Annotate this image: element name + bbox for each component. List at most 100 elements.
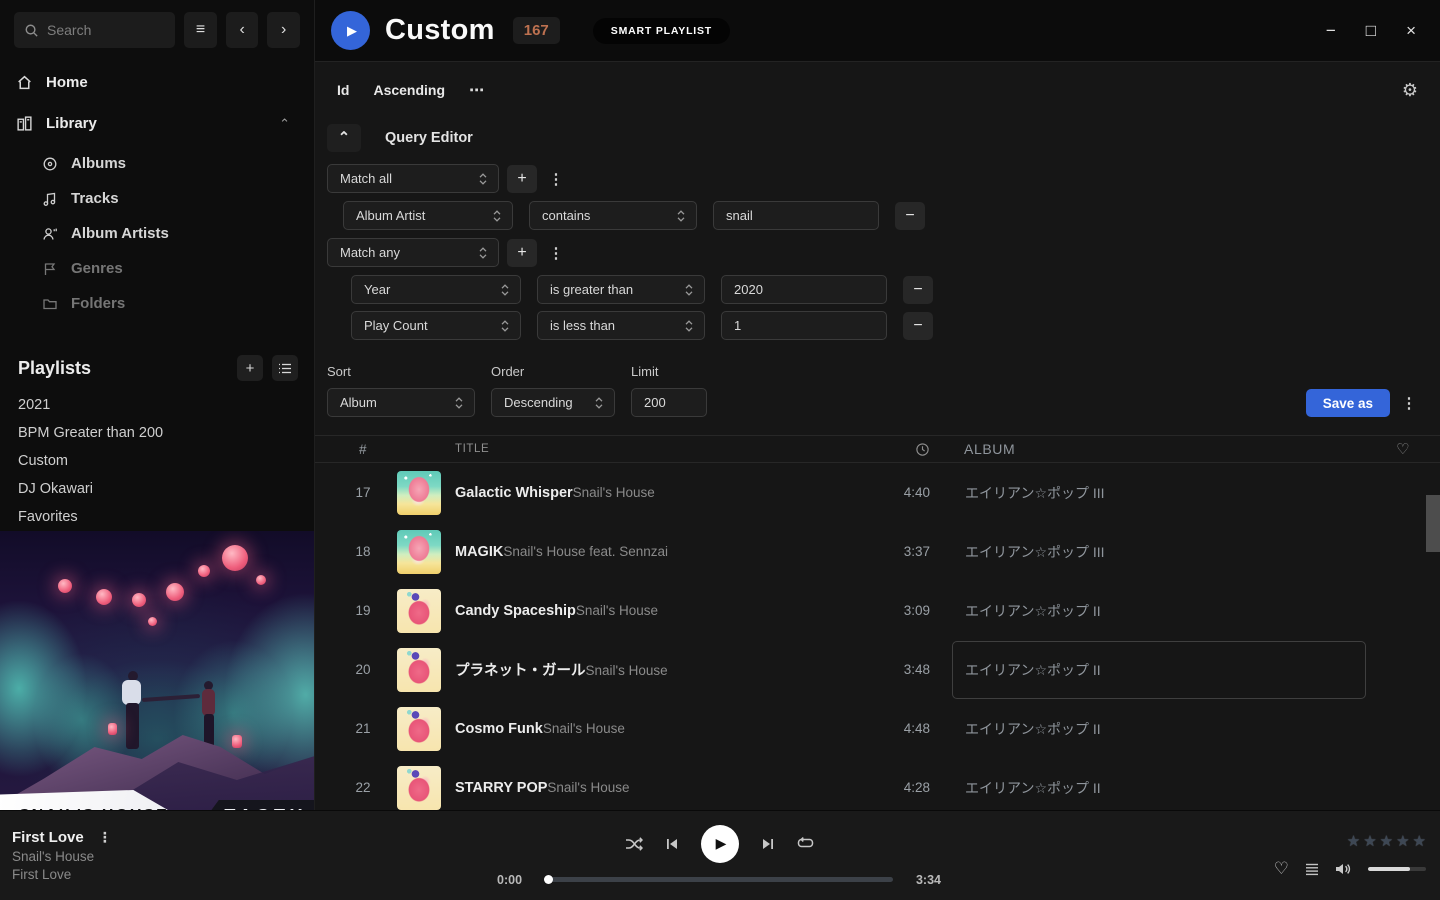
- remove-rule-button[interactable]: −: [903, 312, 933, 340]
- sidebar-item-tracks[interactable]: Tracks: [0, 181, 314, 216]
- next-button[interactable]: [761, 837, 775, 851]
- track-album[interactable]: エイリアン☆ポップ II: [952, 759, 1366, 811]
- track-artist[interactable]: Snail's House feat. Sennzai: [503, 544, 668, 559]
- track-artist[interactable]: Snail's House: [573, 485, 655, 500]
- now-playing-album[interactable]: First Love: [12, 867, 479, 882]
- sidebar: ≡ ‹ › Home Library ⌃ Albums T: [0, 0, 315, 810]
- playlist-item[interactable]: DJ Okawari: [0, 475, 314, 503]
- nav-forward-button[interactable]: ›: [267, 12, 300, 48]
- now-playing-artist[interactable]: Snail's House: [12, 849, 479, 864]
- add-playlist-button[interactable]: +: [237, 355, 263, 381]
- track-album[interactable]: エイリアン☆ポップ II: [952, 641, 1366, 699]
- group-menu-button[interactable]: ⋮: [545, 165, 567, 193]
- column-favorite[interactable]: ♡: [1366, 440, 1410, 458]
- table-row[interactable]: 18 MAGIKSnail's House feat. Sennzai 3:37…: [315, 522, 1440, 581]
- play-playlist-button[interactable]: ▶: [331, 11, 370, 50]
- search-input[interactable]: [47, 22, 165, 38]
- sort-select[interactable]: Album: [327, 388, 475, 417]
- track-artist[interactable]: Snail's House: [586, 663, 668, 678]
- sort-field-button[interactable]: Id: [337, 82, 349, 98]
- column-duration[interactable]: [860, 442, 930, 457]
- sidebar-item-albums[interactable]: Albums: [0, 146, 314, 181]
- track-album[interactable]: エイリアン☆ポップ III: [952, 464, 1366, 522]
- rule-field-select[interactable]: Album Artist: [343, 201, 513, 230]
- search-box[interactable]: [14, 12, 175, 48]
- group-menu-button[interactable]: ⋮: [545, 239, 567, 267]
- menu-button[interactable]: ≡: [184, 12, 217, 48]
- sidebar-item-folders[interactable]: Folders: [0, 286, 314, 321]
- nav-back-button[interactable]: ‹: [226, 12, 259, 48]
- maximize-button[interactable]: □: [1366, 22, 1376, 39]
- track-album[interactable]: エイリアン☆ポップ II: [952, 700, 1366, 758]
- rule-value-input[interactable]: [721, 275, 887, 304]
- add-rule-button[interactable]: +: [507, 165, 537, 193]
- rule-value-input[interactable]: [713, 201, 879, 230]
- table-row[interactable]: 17 Galactic WhisperSnail's House 4:40 エイ…: [315, 463, 1440, 522]
- table-row[interactable]: 20 プラネット・ガールSnail's House 3:48 エイリアン☆ポップ…: [315, 640, 1440, 699]
- save-menu-button[interactable]: ⋮: [1398, 389, 1420, 417]
- playlist-item[interactable]: Custom: [0, 447, 314, 475]
- track-artist[interactable]: Snail's House: [543, 721, 625, 736]
- track-album[interactable]: エイリアン☆ポップ III: [952, 523, 1366, 581]
- now-playing-menu-button[interactable]: ⋮: [98, 829, 112, 846]
- star-icon[interactable]: ★: [1347, 832, 1360, 850]
- star-icon[interactable]: ★: [1363, 832, 1376, 850]
- sidebar-item-home[interactable]: Home: [0, 62, 314, 103]
- add-rule-button[interactable]: +: [507, 239, 537, 267]
- shuffle-button[interactable]: [625, 836, 643, 852]
- table-row[interactable]: 22 STARRY POPSnail's House 4:28 エイリアン☆ポッ…: [315, 758, 1440, 810]
- match-type-select[interactable]: Match all: [327, 164, 499, 193]
- collapse-chevron-icon[interactable]: ⌃: [279, 116, 290, 132]
- rule-field-select[interactable]: Year: [351, 275, 521, 304]
- sidebar-item-genres[interactable]: Genres: [0, 251, 314, 286]
- close-button[interactable]: ×: [1406, 22, 1416, 39]
- playlist-item[interactable]: 2021: [0, 391, 314, 419]
- remove-rule-button[interactable]: −: [895, 202, 925, 230]
- sort-direction-button[interactable]: Ascending: [373, 82, 445, 98]
- progress-bar[interactable]: [545, 877, 893, 882]
- now-playing-cover-art[interactable]: SNAIL'S HOUSE FIRST LOVE TASTY: [0, 531, 315, 810]
- rule-operator-select[interactable]: is greater than: [537, 275, 705, 304]
- rule-field-select[interactable]: Play Count: [351, 311, 521, 340]
- queue-icon[interactable]: [1305, 863, 1319, 876]
- manage-playlists-button[interactable]: [272, 355, 298, 381]
- remove-rule-button[interactable]: −: [903, 276, 933, 304]
- more-options-button[interactable]: ⋯: [469, 81, 485, 99]
- column-number[interactable]: #: [343, 442, 383, 457]
- match-type-select[interactable]: Match any: [327, 238, 499, 267]
- save-as-button[interactable]: Save as: [1306, 389, 1390, 417]
- table-row[interactable]: 21 Cosmo FunkSnail's House 4:48 エイリアン☆ポッ…: [315, 699, 1440, 758]
- rule-value-input[interactable]: [721, 311, 887, 340]
- progress-thumb[interactable]: [544, 875, 553, 884]
- playlist-item[interactable]: BPM Greater than 200: [0, 419, 314, 447]
- playlist-item[interactable]: Favorites: [0, 503, 314, 531]
- minimize-button[interactable]: −: [1326, 22, 1336, 39]
- play-pause-button[interactable]: ▶: [701, 825, 739, 863]
- select-value: Descending: [504, 395, 573, 410]
- volume-slider[interactable]: [1368, 867, 1426, 871]
- disc-icon: [42, 156, 58, 172]
- collapse-query-editor-button[interactable]: ⌃: [327, 124, 361, 152]
- rule-operator-select[interactable]: contains: [529, 201, 697, 230]
- column-title[interactable]: TITLE: [455, 443, 860, 455]
- sidebar-item-album-artists[interactable]: Album Artists: [0, 216, 314, 251]
- previous-button[interactable]: [665, 837, 679, 851]
- limit-input[interactable]: [631, 388, 707, 417]
- track-artist[interactable]: Snail's House: [576, 603, 658, 618]
- order-select[interactable]: Descending: [491, 388, 615, 417]
- column-album[interactable]: ALBUM: [952, 441, 1366, 457]
- star-icon[interactable]: ★: [1396, 832, 1409, 850]
- track-album[interactable]: エイリアン☆ポップ II: [952, 582, 1366, 640]
- now-playing-title[interactable]: First Love: [12, 829, 84, 846]
- volume-icon[interactable]: [1335, 862, 1352, 876]
- track-artist[interactable]: Snail's House: [547, 780, 629, 795]
- star-icon[interactable]: ★: [1380, 832, 1393, 850]
- star-icon[interactable]: ★: [1413, 832, 1426, 850]
- repeat-button[interactable]: [797, 836, 814, 851]
- rule-operator-select[interactable]: is less than: [537, 311, 705, 340]
- gear-icon[interactable]: ⚙: [1402, 80, 1418, 101]
- scrollbar-thumb[interactable]: [1426, 495, 1440, 552]
- sidebar-item-library[interactable]: Library ⌃: [0, 103, 314, 144]
- favorite-heart-icon[interactable]: ♡: [1274, 859, 1289, 879]
- table-row[interactable]: 19 Candy SpaceshipSnail's House 3:09 エイリ…: [315, 581, 1440, 640]
